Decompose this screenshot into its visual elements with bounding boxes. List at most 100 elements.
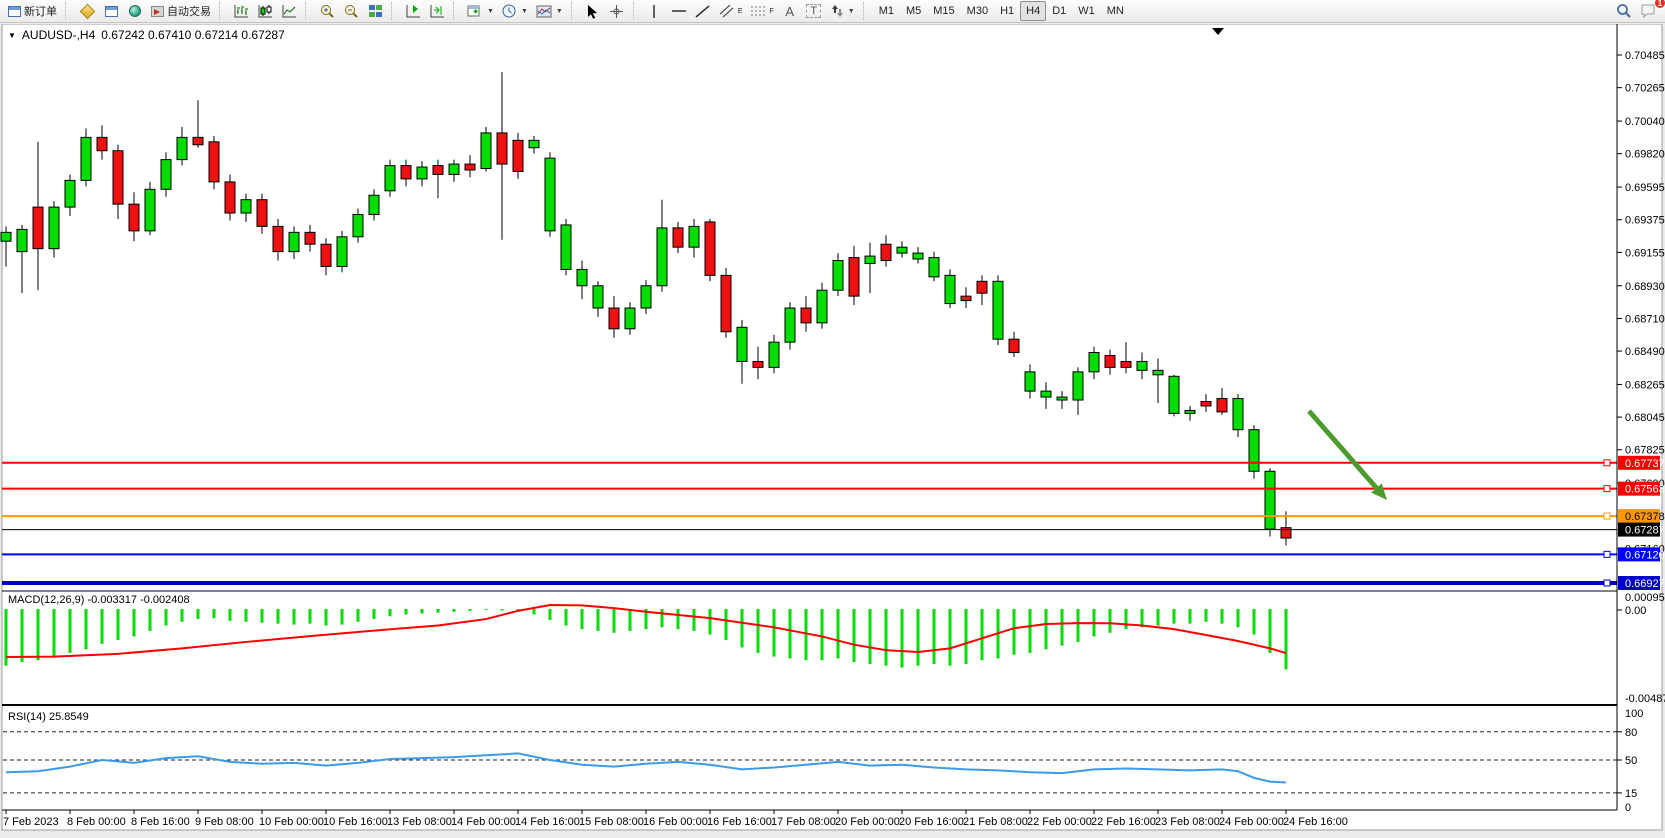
- time-tick-label: 8 Feb 00:00: [67, 816, 126, 828]
- price-tick-label: 0.68490: [1625, 346, 1665, 358]
- timeframe-m5[interactable]: M5: [900, 1, 927, 21]
- separator: [571, 2, 578, 20]
- auto-scroll-button[interactable]: [401, 1, 425, 21]
- time-tick-label: 23 Feb 08:00: [1155, 816, 1220, 828]
- autotrading-button[interactable]: 自动交易: [147, 1, 215, 21]
- rsi-axis-label: 15: [1625, 788, 1637, 800]
- trendline-tool[interactable]: [691, 1, 715, 21]
- candle-body: [1025, 372, 1035, 391]
- time-tick-label: 14 Feb 00:00: [451, 816, 516, 828]
- candle-body: [81, 137, 91, 180]
- price-level-badge-label: 0.67378: [1625, 511, 1665, 523]
- line-handle: [1604, 551, 1610, 557]
- text-label-tool[interactable]: T: [802, 1, 826, 21]
- chart-shift-button[interactable]: [425, 1, 449, 21]
- time-tick-label: 13 Feb 08:00: [387, 816, 452, 828]
- timeframe-h4[interactable]: H4: [1020, 1, 1046, 21]
- candle-body: [801, 308, 811, 323]
- candle-body: [1169, 376, 1179, 413]
- candle-body: [513, 140, 523, 171]
- rsi-axis-label: 50: [1625, 755, 1637, 767]
- periods-button[interactable]: ▼: [498, 1, 532, 21]
- timeframe-d1[interactable]: D1: [1046, 1, 1072, 21]
- price-tick-label: 0.70040: [1625, 116, 1665, 128]
- cursor-button[interactable]: [581, 1, 605, 21]
- chevron-down-icon: ▼: [848, 8, 855, 15]
- candle-body: [913, 253, 923, 259]
- candle-body: [641, 286, 651, 308]
- zoom-in-button[interactable]: [315, 1, 339, 21]
- time-tick-label: 17 Feb 08:00: [771, 816, 836, 828]
- candle-body: [257, 200, 267, 227]
- chart-shift-icon: [430, 4, 445, 18]
- candle-body: [785, 308, 795, 342]
- text-label-icon: T: [806, 4, 821, 18]
- bar-chart-icon: [234, 4, 249, 18]
- price-tick-label: 0.68930: [1625, 281, 1665, 293]
- vertical-line-tool[interactable]: [643, 1, 667, 21]
- candle-body: [577, 269, 587, 285]
- candle-body: [1137, 361, 1147, 370]
- separator: [391, 2, 398, 20]
- time-tick-label: 22 Feb 00:00: [1027, 816, 1092, 828]
- zoom-out-icon: [344, 4, 359, 19]
- candle-body: [209, 142, 219, 182]
- timeframe-m15[interactable]: M15: [927, 1, 960, 21]
- text-tool[interactable]: A: [778, 1, 802, 21]
- timeframe-mn[interactable]: MN: [1101, 1, 1130, 21]
- bar-chart-button[interactable]: [229, 1, 253, 21]
- market-watch-button[interactable]: [75, 1, 99, 21]
- rsi-axis-label: 80: [1625, 727, 1637, 739]
- line-chart-button[interactable]: [277, 1, 301, 21]
- timeframe-group: M1M5M15M30H1H4D1W1MN: [873, 1, 1130, 21]
- time-tick-label: 10 Feb 00:00: [259, 816, 324, 828]
- terminal-button[interactable]: [123, 1, 147, 21]
- channel-tool[interactable]: E: [715, 1, 747, 21]
- candle-body: [481, 133, 491, 169]
- price-level-badge-label: 0.67120: [1625, 549, 1665, 561]
- candle-body: [289, 232, 299, 251]
- crosshair-button[interactable]: [605, 1, 629, 21]
- candle-body: [737, 327, 747, 361]
- candle-body: [497, 133, 507, 164]
- price-level-badge-label: 0.67287: [1625, 525, 1665, 537]
- timeframe-h1[interactable]: H1: [994, 1, 1020, 21]
- candle-body: [449, 164, 459, 174]
- fibonacci-tool[interactable]: F: [746, 1, 777, 21]
- time-tick-label: 24 Feb 00:00: [1219, 816, 1284, 828]
- crosshair-icon: [609, 4, 624, 19]
- price-level-badge-label: 0.67563: [1625, 484, 1665, 496]
- navigator-button[interactable]: [99, 1, 123, 21]
- candle-body: [1073, 372, 1083, 400]
- candle-body: [609, 308, 619, 329]
- new-order-icon: [8, 6, 21, 17]
- price-chart-canvas[interactable]: 0.704850.702650.700400.698200.695950.693…: [0, 24, 1665, 832]
- zoom-out-button[interactable]: [339, 1, 363, 21]
- timeframe-w1[interactable]: W1: [1072, 1, 1101, 21]
- new-order-button[interactable]: 新订单: [4, 1, 61, 21]
- time-tick-label: 20 Feb 16:00: [899, 816, 964, 828]
- timeframe-m1[interactable]: M1: [873, 1, 900, 21]
- templates-button[interactable]: ▼: [532, 1, 567, 21]
- candlestick-chart-button[interactable]: [253, 1, 277, 21]
- notifications-button[interactable]: 1: [1636, 1, 1661, 21]
- price-tick-label: 0.69820: [1625, 149, 1665, 161]
- horizontal-line-tool[interactable]: [667, 1, 691, 21]
- time-tick-label: 24 Feb 16:00: [1283, 816, 1348, 828]
- tile-windows-button[interactable]: [363, 1, 387, 21]
- candle-body: [33, 207, 43, 249]
- clock-icon: [502, 4, 517, 19]
- candle-body: [225, 182, 235, 213]
- candlestick-chart-icon: [258, 4, 273, 18]
- timeframe-m30[interactable]: M30: [961, 1, 994, 21]
- separator: [65, 2, 72, 20]
- arrows-tool[interactable]: ▼: [826, 1, 859, 21]
- chart-background: [2, 24, 1662, 830]
- time-tick-label: 10 Feb 16:00: [323, 816, 388, 828]
- search-icon: [1616, 3, 1632, 19]
- candle-body: [1057, 397, 1067, 400]
- search-button[interactable]: [1612, 1, 1636, 21]
- price-tick-label: 0.70265: [1625, 83, 1665, 95]
- new-chart-button[interactable]: ▼: [463, 1, 498, 21]
- collapse-triangle-icon[interactable]: ▼: [8, 31, 16, 40]
